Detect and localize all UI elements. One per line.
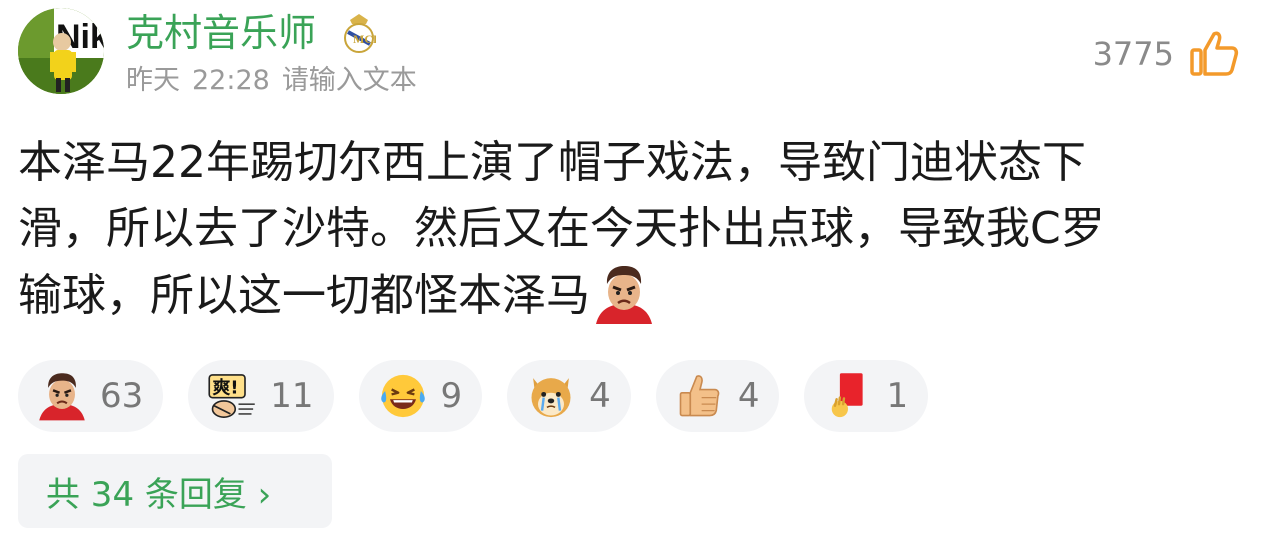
comment-time: 22:28 <box>192 65 270 96</box>
svg-text:爽!: 爽! <box>213 378 239 399</box>
comment-line: 输球，所以这一切都怪本泽马 <box>18 270 590 321</box>
reaction-count: 4 <box>737 376 760 416</box>
club-badge-icon: MCF <box>344 14 376 53</box>
reaction-count: 9 <box>440 376 463 416</box>
thumbs-up-emoji-icon <box>679 375 720 417</box>
angry-man-emoji-icon <box>39 373 85 421</box>
reaction-count: 1 <box>886 376 909 416</box>
comment-body: 本泽马22年踢切尔西上演了帽子戏法，导致门迪状态下 滑，所以去了沙特。然后又在今… <box>18 130 1238 329</box>
reaction-bar: 63 爽! 11 9 4 4 1 <box>18 360 953 432</box>
comment-meta: 昨天 22:28 请输入文本 <box>126 64 417 98</box>
reaction-count: 4 <box>589 376 611 416</box>
avatar-image-icon: Nik <box>18 8 104 94</box>
view-replies-button[interactable]: 共 34 条回复 › <box>18 454 332 528</box>
reaction-crying-doge[interactable]: 4 <box>507 360 631 432</box>
laughing-tears-emoji-icon <box>380 374 425 418</box>
comment-line: 本泽马22年踢切尔西上演了帽子戏法，导致门迪状态下 <box>18 137 1086 188</box>
avatar[interactable]: Nik <box>18 8 104 94</box>
comment-location: 请输入文本 <box>281 65 417 96</box>
comment-date: 昨天 <box>126 65 180 96</box>
angry-man-emoji-icon <box>596 266 652 324</box>
thumbs-up-icon <box>1190 31 1239 76</box>
username[interactable]: 克村音乐师 <box>126 10 316 56</box>
svg-text:MCF: MCF <box>353 32 376 46</box>
comment-line-last: 输球，所以这一切都怪本泽马 <box>18 262 1238 329</box>
red-card-emoji-icon <box>832 373 864 418</box>
replies-label: 共 34 条回复 › <box>46 474 272 515</box>
like-button[interactable]: 3775 <box>1093 28 1240 80</box>
reaction-laughing[interactable]: 9 <box>358 360 483 432</box>
reaction-count: 11 <box>270 376 314 416</box>
reaction-angry-man[interactable]: 63 <box>18 360 164 432</box>
comment-line: 滑，所以去了沙特。然后又在今天扑出点球，导致我C罗 <box>18 203 1105 254</box>
reaction-thumbs-up[interactable]: 4 <box>655 360 780 432</box>
comment-card: Nik 克村音乐师 MCF 昨天 22:28 请输入文本 3775 本泽马22年踢切… <box>0 0 1270 560</box>
reaction-red-card[interactable]: 1 <box>804 360 929 432</box>
shuang-emoji-icon: 爽! <box>208 374 256 418</box>
crying-doge-emoji-icon <box>531 378 571 418</box>
reaction-shuang[interactable]: 爽! 11 <box>188 360 334 432</box>
reaction-count: 63 <box>100 376 144 416</box>
like-count: 3775 <box>1092 35 1174 73</box>
